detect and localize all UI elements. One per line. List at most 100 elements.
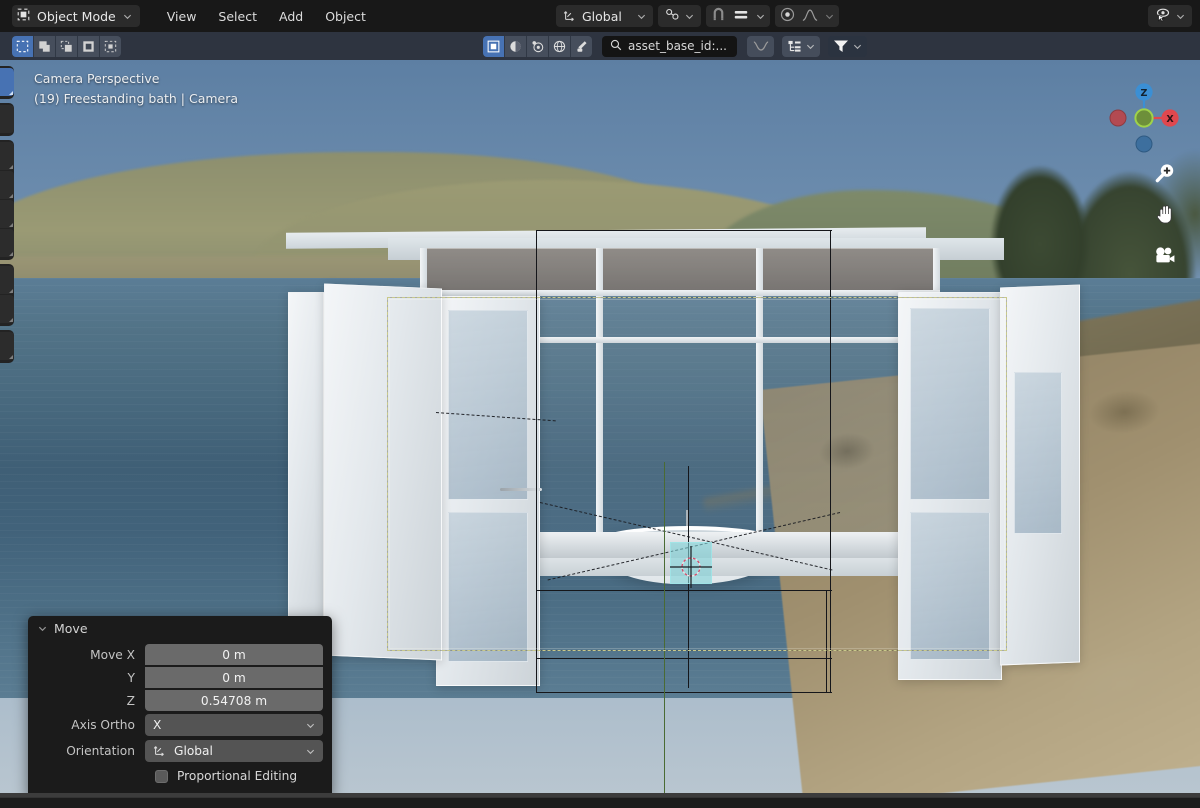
filter-button[interactable] <box>828 35 867 57</box>
search-icon <box>610 39 622 54</box>
tool-rotate[interactable] <box>0 171 14 199</box>
select-visibility-icon <box>1155 8 1171 25</box>
tool-group-add <box>0 330 14 363</box>
move-z-row: Z 0.54708 m <box>37 690 323 711</box>
chevron-down-icon <box>306 749 315 754</box>
snap-to-increment-icon[interactable] <box>733 8 749 24</box>
tool-group-select <box>0 66 14 99</box>
operator-panel-body: Move X 0 m Y 0 m Z 0.54708 m Axis Ortho … <box>28 641 332 787</box>
select-invert-button[interactable] <box>78 35 99 57</box>
tool-measure[interactable] <box>0 295 14 323</box>
svg-text:Z: Z <box>1141 88 1148 99</box>
move-y-field[interactable]: 0 m <box>145 667 323 688</box>
shading-wireframe-button[interactable] <box>483 35 504 57</box>
falloff-curve-icon <box>753 41 768 51</box>
zoom-button[interactable] <box>1152 160 1178 186</box>
snap-target-icon <box>665 8 680 24</box>
falloff-curve-icon[interactable] <box>802 8 818 25</box>
move-x-field[interactable]: 0 m <box>145 644 323 665</box>
mode-dropdown[interactable]: Object Mode <box>12 5 140 27</box>
sort-options-button[interactable] <box>782 35 820 57</box>
wireframe-icon <box>487 40 500 52</box>
orientation-dropdown[interactable]: Global <box>145 740 323 762</box>
view-name-label: Camera Perspective <box>34 71 160 86</box>
top-header-bar: Object Mode View Select Add Object Globa… <box>0 0 1200 32</box>
tool-tweak[interactable] <box>0 68 14 96</box>
move-z-field[interactable]: 0.54708 m <box>145 690 323 711</box>
select-invert-icon <box>83 40 94 52</box>
move-z-label: Z <box>126 693 135 708</box>
axis-ortho-value: X <box>153 718 162 732</box>
chevron-down-icon <box>123 14 131 19</box>
shading-brush-button[interactable] <box>571 35 592 57</box>
chevron-down-icon <box>1176 14 1185 19</box>
shading-rendered-button[interactable] <box>549 35 570 57</box>
camera-view-button[interactable] <box>1152 242 1178 268</box>
tool-group-cursor <box>0 103 14 136</box>
chevron-down-icon[interactable] <box>825 12 834 21</box>
svg-text:X: X <box>1166 114 1174 125</box>
zoom-magnifier-icon <box>1155 164 1174 183</box>
menu-object[interactable]: Object <box>314 6 377 27</box>
search-input[interactable]: asset_base_id:... <box>602 35 737 57</box>
main-menu: View Select Add Object <box>156 6 377 27</box>
rendered-globe-icon <box>553 40 566 52</box>
select-subtract-icon <box>60 40 72 52</box>
select-subtract-button[interactable] <box>56 35 77 57</box>
transform-orientation-icon <box>153 743 167 760</box>
tool-add-cube[interactable] <box>0 332 14 360</box>
select-intersect-button[interactable] <box>100 35 121 57</box>
select-visibility-dropdown[interactable] <box>1148 5 1192 27</box>
object-mode-icon <box>17 8 30 24</box>
camera-icon <box>1156 247 1175 263</box>
tool-group-transform <box>0 140 14 260</box>
falloff-toggle-button[interactable] <box>747 35 774 57</box>
operator-panel[interactable]: Move Move X 0 m Y 0 m Z 0.54708 m Axis O… <box>28 616 332 797</box>
proportional-editing-label: Proportional Editing <box>177 769 298 783</box>
select-extend-button[interactable] <box>34 35 55 57</box>
door-glass-right-outer <box>1014 372 1062 534</box>
tool-annotate[interactable] <box>0 266 14 294</box>
select-set-icon <box>16 40 29 52</box>
3d-viewport[interactable]: Camera Perspective (19) Freestanding bat… <box>0 60 1200 797</box>
navigation-gizmo[interactable]: Z X <box>1100 74 1188 162</box>
move-x-label: Move X <box>90 647 135 662</box>
shading-solid-button[interactable] <box>505 35 526 57</box>
proportional-editing-icon[interactable] <box>780 7 795 25</box>
pan-button[interactable] <box>1152 201 1178 227</box>
select-mode-group <box>12 35 121 57</box>
tool-move[interactable] <box>0 142 14 170</box>
tool-cursor[interactable] <box>0 105 14 133</box>
proportional-editing-group <box>774 5 839 27</box>
menu-select[interactable]: Select <box>207 6 268 27</box>
tool-group-annotate <box>0 264 14 326</box>
move-x-row: Move X 0 m <box>37 644 323 665</box>
axis-ortho-dropdown[interactable]: X <box>145 714 323 736</box>
snap-group <box>705 5 770 27</box>
tool-scale[interactable] <box>0 200 14 228</box>
proportional-editing-checkbox[interactable] <box>155 769 168 783</box>
transform-orientation-label: Global <box>582 8 622 24</box>
shading-material-button[interactable] <box>527 35 548 57</box>
orientation-value: Global <box>174 744 213 758</box>
snap-target-dropdown[interactable] <box>657 5 701 27</box>
camera-frame <box>387 297 1007 651</box>
orientation-row: Orientation Global <box>37 739 323 763</box>
transform-orientation-icon <box>563 8 577 25</box>
menu-view[interactable]: View <box>156 6 208 27</box>
chevron-down-icon[interactable] <box>756 12 765 21</box>
select-intersect-icon <box>104 40 117 52</box>
magnet-icon[interactable] <box>711 7 726 25</box>
proportional-editing-row[interactable]: Proportional Editing <box>37 765 323 787</box>
status-bar <box>0 797 1200 808</box>
search-value: asset_base_id:... <box>628 39 727 53</box>
sort-list-icon <box>788 40 801 52</box>
door-panel-left-outer <box>288 292 324 654</box>
wire-horizontal <box>536 692 832 693</box>
menu-add[interactable]: Add <box>268 6 314 27</box>
transform-orientation-dropdown[interactable]: Global <box>556 5 653 27</box>
select-set-new-button[interactable] <box>12 35 33 57</box>
viewport-nav-buttons <box>1152 160 1178 268</box>
tool-transform[interactable] <box>0 229 14 257</box>
operator-panel-header[interactable]: Move <box>28 616 332 641</box>
